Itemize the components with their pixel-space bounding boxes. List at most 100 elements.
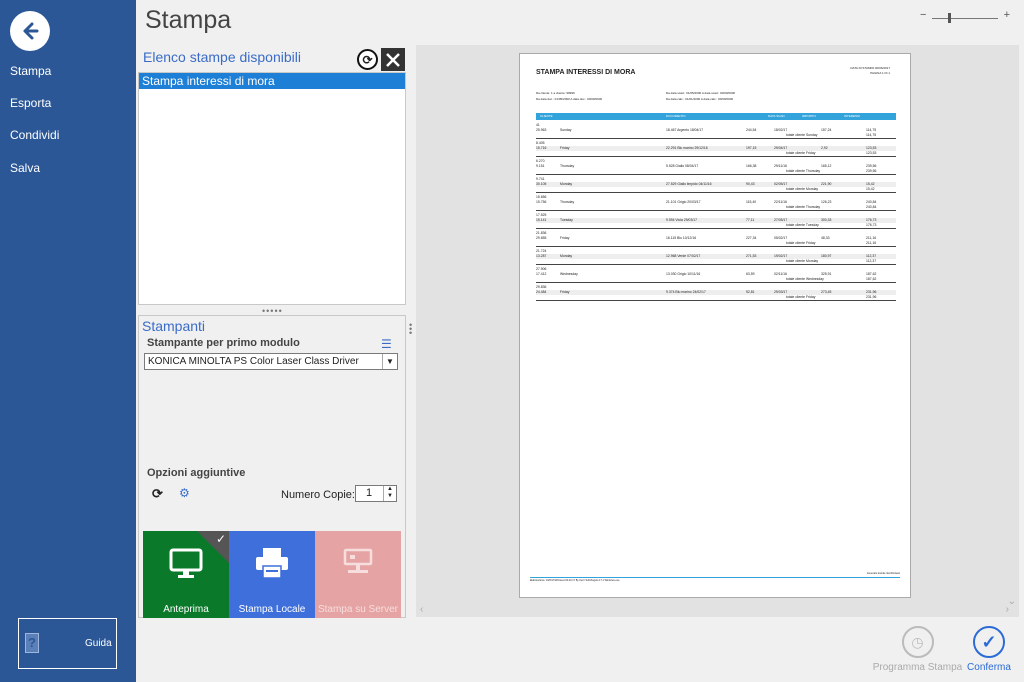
cell: 244,54 [746, 128, 757, 132]
copies-stepper[interactable]: 1 ▲ ▼ [355, 485, 397, 502]
print-preview-area[interactable]: STAMPA INTERESSI DI MORA DATA DI STAMPA … [416, 45, 1019, 617]
cell: 5.528 Giallo 08/04/17 [666, 164, 699, 168]
report-list[interactable]: Stampa interessi di mora [138, 72, 406, 305]
cell: 22.291 Blu marino 29/12/16 [666, 146, 708, 150]
cell: 29/11/16 [774, 164, 787, 168]
stampa-server-tile[interactable]: Stampa su Server [315, 531, 401, 618]
cell: 18/02/17 [774, 128, 788, 132]
zoom-thumb[interactable] [948, 13, 951, 23]
cell: 15,42 [866, 182, 875, 186]
report-rows: 41 25.963 Sunday 18.467 Argento 18/04/17 244… [536, 123, 896, 303]
table-row: 17.525 15.141 Tuesday 9.594 Viola 29/03/17 7… [536, 213, 896, 229]
table-row: 9.741 30.105 Monday 27.529 Giallo limpido 0… [536, 177, 896, 193]
total-value: 239,56 [866, 169, 877, 173]
back-button[interactable] [10, 11, 50, 51]
refresh-icon[interactable]: ⟳ [152, 486, 163, 502]
report-title: STAMPA INTERESSI DI MORA [536, 69, 636, 76]
zoom-slider[interactable]: − + [920, 9, 1010, 24]
cell: 27.529 Giallo limpido 04/11/16 [666, 182, 712, 186]
cell: 300,33 [821, 218, 832, 222]
refresh-list-button[interactable]: ⟳ [357, 49, 378, 70]
cell: 271,53 [746, 254, 757, 258]
elenco-stampe-title: Elenco stampe disponibili [143, 49, 301, 65]
cell: 180,97 [821, 254, 832, 258]
gears-icon[interactable]: ⚙ [179, 486, 190, 500]
cell: 9.594 Viola 29/03/17 [666, 218, 698, 222]
opzioni-label: Opzioni aggiuntive [147, 467, 246, 479]
report-filters: Da cliente: 1 a cliente: 99999 Da data sc… [536, 90, 896, 102]
copies-value: 1 [366, 487, 373, 499]
cell: 30.105 [536, 182, 547, 186]
cell: Thursday [560, 200, 575, 204]
cell: 112,37 [866, 254, 877, 258]
cell: 13.287 [536, 254, 547, 258]
clock-icon: ◷ [901, 626, 934, 658]
cell: 2,92 [821, 146, 828, 150]
list-item[interactable]: Stampa interessi di mora [139, 73, 405, 89]
client-code: 9.741 [536, 177, 545, 181]
total-label: totale cliente Tuesday [786, 223, 819, 227]
cell: 52,81 [746, 290, 755, 294]
printers-title: Stampanti [142, 318, 206, 334]
guida-label: Guida [85, 638, 112, 649]
cell: 77,11 [746, 218, 755, 222]
cell: 325,91 [821, 272, 832, 276]
cell: 90,43 [746, 182, 755, 186]
programma-stampa-button[interactable]: ◷ Programma Stampa [870, 626, 965, 676]
client-code: 15.656 [536, 195, 547, 199]
table-row: 27.906 17.412 Wednesday 13.030 Grigio 10/11… [536, 267, 896, 283]
client-code: 21.724 [536, 249, 547, 253]
guida-button[interactable]: ? Guida [18, 618, 117, 669]
cell: Wednesday [560, 272, 578, 276]
cell: Friday [560, 290, 570, 294]
total-value: 231,96 [866, 295, 877, 299]
scroll-down-icon[interactable]: ⌄ [1008, 596, 1016, 607]
total-label: totale cliente Wednesday [786, 277, 824, 281]
cell: 12.968 Verde 07/02/17 [666, 254, 701, 258]
report-page-line: PAGINA 1 DI 1 [870, 71, 890, 75]
cell: 115,40 [746, 200, 757, 204]
tools-button[interactable] [381, 48, 405, 71]
cell: 15.756 [536, 200, 547, 204]
cell: 16.115 Blu 10/12/16 [666, 236, 697, 240]
copies-label: Numero Copie: [281, 489, 355, 501]
cell: 22/11/16 [774, 200, 787, 204]
table-row: 15.656 15.756 Thursday 21.101 Grigio 20/03/… [536, 195, 896, 211]
printer-selected-value: KONICA MINOLTA PS Color Laser Class Driv… [148, 356, 359, 367]
vertical-splitter[interactable]: • • • [409, 321, 413, 338]
stampa-locale-tile[interactable]: Stampa Locale [229, 531, 315, 618]
list-settings-icon[interactable]: ☰ [381, 337, 392, 351]
table-row: 8.405 15.716 Friday 22.291 Blu marino 29/12… [536, 141, 896, 157]
printer-select[interactable]: KONICA MINOLTA PS Color Laser Class Driv… [144, 353, 398, 370]
chevron-down-icon[interactable]: ▼ [382, 354, 397, 369]
total-label: totale cliente Friday [786, 241, 816, 245]
zoom-in-icon[interactable]: + [1004, 9, 1010, 21]
total-value: 240,84 [866, 205, 877, 209]
stepper-arrows-icon[interactable]: ▲ ▼ [383, 486, 396, 501]
refresh-icon: ⟳ [362, 52, 373, 67]
cell: Sunday [560, 128, 572, 132]
cell: 9.374 Blu marino 24/02/17 [666, 290, 706, 294]
nav-item-condividi[interactable]: Condividi [10, 128, 59, 142]
stampa-locale-label: Stampa Locale [238, 604, 306, 615]
cell: 18.467 Argento 18/04/17 [666, 128, 704, 132]
client-code: 27.906 [536, 267, 547, 271]
nav-item-esporta[interactable]: Esporta [10, 96, 51, 110]
total-label: totale cliente Thursday [786, 205, 821, 209]
cell: 21.101 Grigio 20/03/17 [666, 200, 701, 204]
total-label: totale cliente Friday [786, 295, 816, 299]
nav-item-stampa[interactable]: Stampa [10, 64, 51, 78]
zoom-out-icon[interactable]: − [920, 9, 926, 21]
check-circle-icon: ✓ [973, 626, 1005, 658]
total-value: 112,37 [866, 259, 877, 263]
cell: 05/02/17 [774, 236, 788, 240]
conferma-button[interactable]: ✓ Conferma [965, 626, 1013, 676]
cell: Monday [560, 254, 573, 258]
total-label: totale cliente Sunday [786, 133, 818, 137]
anteprima-tile[interactable]: ✓ Anteprima [143, 531, 229, 618]
nav-item-salva[interactable]: Salva [10, 161, 40, 175]
cell: 187,62 [866, 272, 877, 276]
cell: 13.030 Grigio 10/11/16 [666, 272, 701, 276]
cell: 126,23 [821, 200, 832, 204]
scroll-left-icon[interactable]: ‹ [420, 604, 423, 615]
